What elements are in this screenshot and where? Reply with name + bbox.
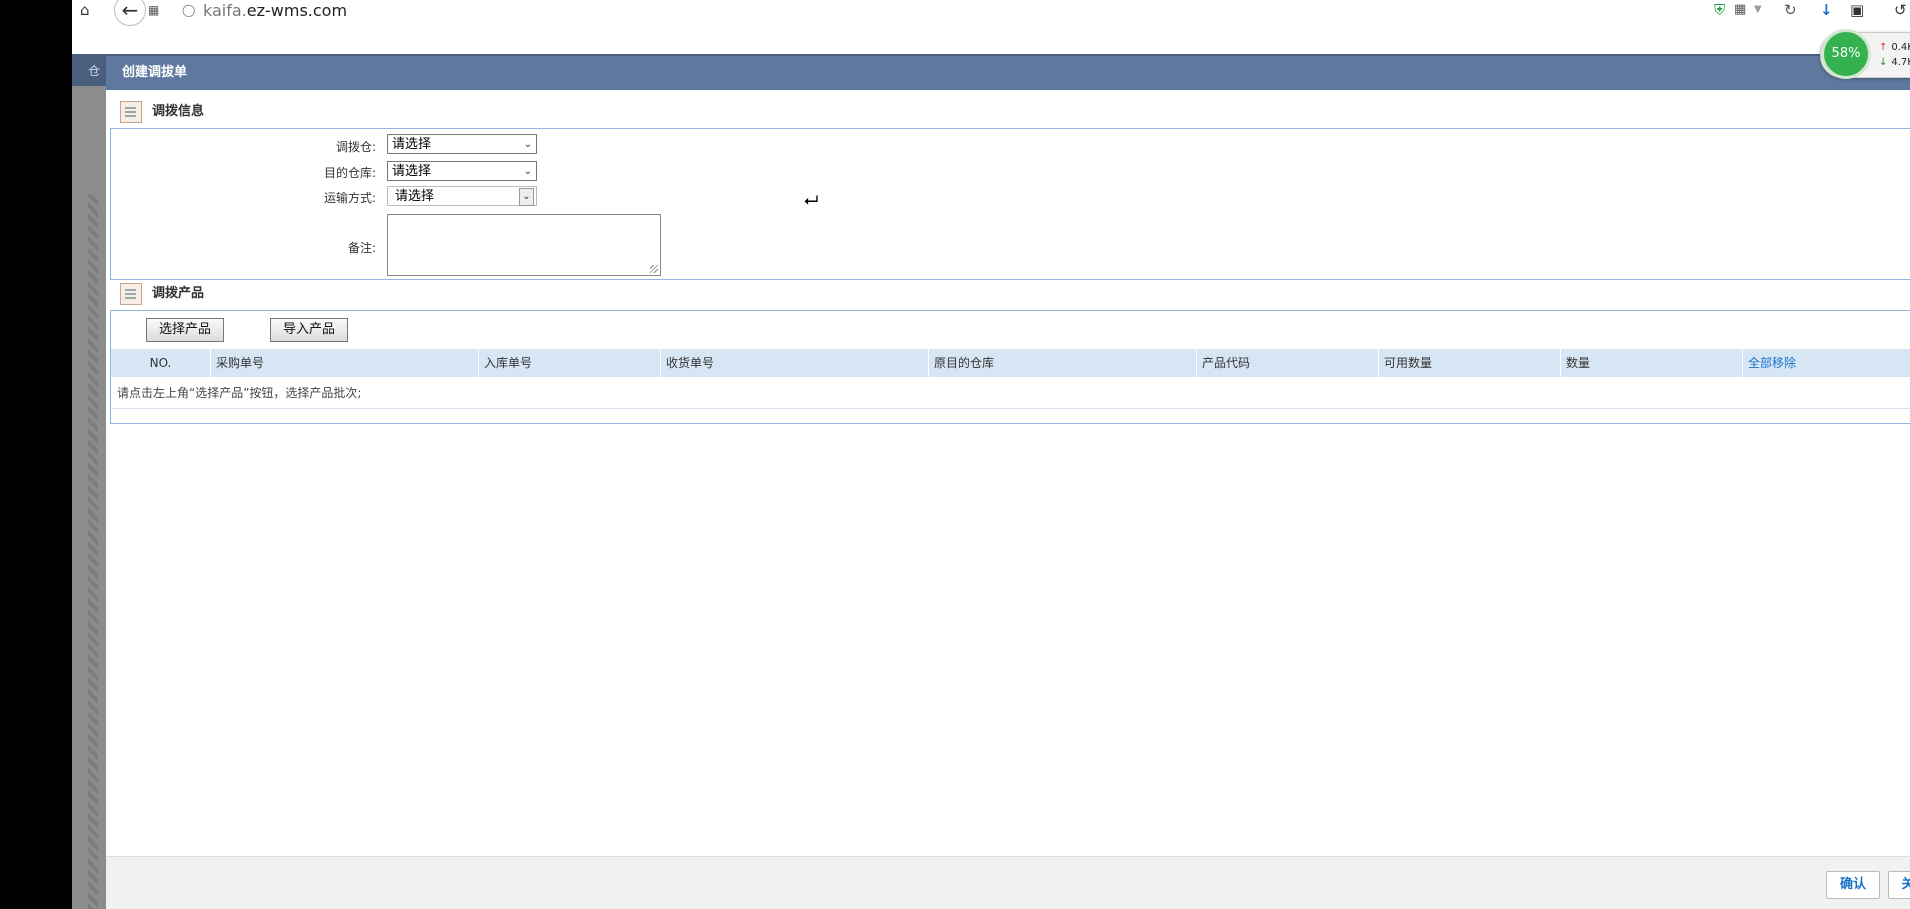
arrow-down-icon: ↓ bbox=[1879, 57, 1888, 68]
column-available-qty: 可用数量 bbox=[1378, 349, 1560, 377]
destination-warehouse-select[interactable]: 请选择 ⌄ bbox=[387, 161, 537, 181]
qr-code-icon[interactable]: ▦ bbox=[1734, 1, 1746, 19]
close-button[interactable]: 关 bbox=[1888, 871, 1910, 899]
info-section-title: 调拨信息 bbox=[152, 104, 205, 119]
upload-speed: ↑0.4K/s bbox=[1879, 42, 1910, 53]
column-purchase-no: 采购单号 bbox=[210, 349, 478, 377]
chevron-down-icon[interactable]: ▼ bbox=[1754, 1, 1762, 19]
cpu-percent-badge: 58% bbox=[1821, 29, 1871, 79]
remove-all-link[interactable]: 全部移除 bbox=[1742, 349, 1910, 377]
globe-icon: ◯ bbox=[182, 3, 196, 17]
chevron-down-icon: ⌄ bbox=[523, 166, 532, 177]
browser-window: ⌂ ← ▦ ◯ kaifa.ez-wms.com ⛨ ▦ ▼ ↻ ↓ ▣ ↺ 仓… bbox=[72, 0, 1910, 909]
chevron-down-icon: ⌄ bbox=[523, 139, 532, 150]
dialog-body: 调拨信息 调拨仓: 请选择 ⌄ 目的仓库: 请选择 ⌄ 运输方式: 请选择 ⌄ … bbox=[110, 90, 1910, 842]
download-speed: ↓4.7K/s bbox=[1879, 57, 1910, 68]
product-panel: 选择产品 导入产品 NO. 采购单号 入库单号 收货单号 原目的仓库 产品代码 … bbox=[110, 310, 1910, 424]
download-speed-value: 4.7K/s bbox=[1891, 57, 1910, 68]
transport-method-label: 运输方式: bbox=[323, 191, 376, 205]
table-header: NO. 采购单号 入库单号 收货单号 原目的仓库 产品代码 可用数量 数量 全部… bbox=[111, 349, 1910, 377]
upload-speed-value: 0.4K/s bbox=[1891, 42, 1910, 53]
product-section-title: 调拨产品 bbox=[152, 286, 205, 301]
shield-icon[interactable]: ⛨ bbox=[1714, 1, 1725, 19]
source-warehouse-label: 调拨仓: bbox=[335, 140, 376, 154]
source-warehouse-select[interactable]: 请选择 ⌄ bbox=[387, 134, 537, 154]
dialog-footer: 确认 关 bbox=[106, 856, 1910, 909]
dialog-title: 创建调拔单 bbox=[106, 56, 1910, 90]
select-product-button[interactable]: 选择产品 bbox=[146, 318, 224, 342]
info-section-header: 调拨信息 bbox=[120, 100, 204, 124]
create-transfer-dialog: 创建调拔单 调拨信息 调拨仓: 请选择 ⌄ 目的仓库: 请选择 ⌄ 运输方式: … bbox=[106, 56, 1910, 909]
address-bar[interactable]: kaifa.ez-wms.com bbox=[203, 1, 347, 20]
column-receipt-no: 收货单号 bbox=[660, 349, 928, 377]
product-table: NO. 采购单号 入库单号 收货单号 原目的仓库 产品代码 可用数量 数量 全部… bbox=[111, 349, 1910, 421]
arrow-left-icon: ← bbox=[121, 0, 139, 22]
column-qty: 数量 bbox=[1560, 349, 1742, 377]
reload-icon[interactable]: ↻ bbox=[1784, 1, 1797, 19]
background-stripe bbox=[88, 194, 98, 909]
confirm-button[interactable]: 确认 bbox=[1826, 871, 1880, 899]
column-inbound-no: 入库单号 bbox=[478, 349, 660, 377]
window-icon[interactable]: ▣ bbox=[1850, 1, 1864, 19]
form-icon bbox=[120, 100, 142, 123]
home-icon[interactable]: ⌂ bbox=[80, 1, 90, 19]
arrow-up-icon: ↑ bbox=[1879, 42, 1888, 53]
url-subdomain: kaifa. bbox=[203, 1, 247, 20]
column-no: NO. bbox=[149, 356, 172, 370]
transport-method-select[interactable]: 请选择 ⌄ bbox=[387, 186, 537, 206]
url-domain: ez-wms.com bbox=[246, 1, 348, 20]
column-product-code: 产品代码 bbox=[1196, 349, 1378, 377]
sidebar-icon[interactable]: ▦ bbox=[148, 1, 159, 19]
destination-warehouse-label: 目的仓库: bbox=[323, 166, 376, 180]
column-original-warehouse: 原目的仓库 bbox=[928, 349, 1196, 377]
transport-method-value: 请选择 bbox=[395, 189, 435, 204]
product-section-header: 调拨产品 bbox=[120, 282, 204, 306]
remark-textarea[interactable] bbox=[387, 214, 661, 276]
arrow-icon[interactable]: ↺ bbox=[1894, 1, 1907, 19]
chevron-down-icon: ⌄ bbox=[519, 188, 534, 206]
download-icon[interactable]: ↓ bbox=[1820, 1, 1833, 19]
import-product-button[interactable]: 导入产品 bbox=[270, 318, 348, 342]
nav-item: 仓 bbox=[88, 64, 101, 78]
remark-label: 备注: bbox=[347, 241, 376, 255]
destination-warehouse-value: 请选择 bbox=[392, 164, 432, 179]
mouse-cursor-icon: ⮠ bbox=[804, 190, 819, 211]
form-icon bbox=[120, 282, 142, 305]
back-button[interactable]: ← bbox=[114, 0, 146, 26]
network-speed-widget[interactable]: 58% ↑0.4K/s ↓4.7K/s + bbox=[1820, 29, 1910, 79]
empty-table-message: 请点击左上角“选择产品”按钮，选择产品批次; bbox=[111, 377, 1910, 409]
browser-toolbar: ⌂ ← ▦ ◯ kaifa.ez-wms.com ⛨ ▦ ▼ ↻ ↓ ▣ ↺ bbox=[72, 0, 1910, 26]
source-warehouse-value: 请选择 bbox=[392, 137, 432, 152]
info-panel: 调拨仓: 请选择 ⌄ 目的仓库: 请选择 ⌄ 运输方式: 请选择 ⌄ 备注: bbox=[110, 128, 1910, 280]
